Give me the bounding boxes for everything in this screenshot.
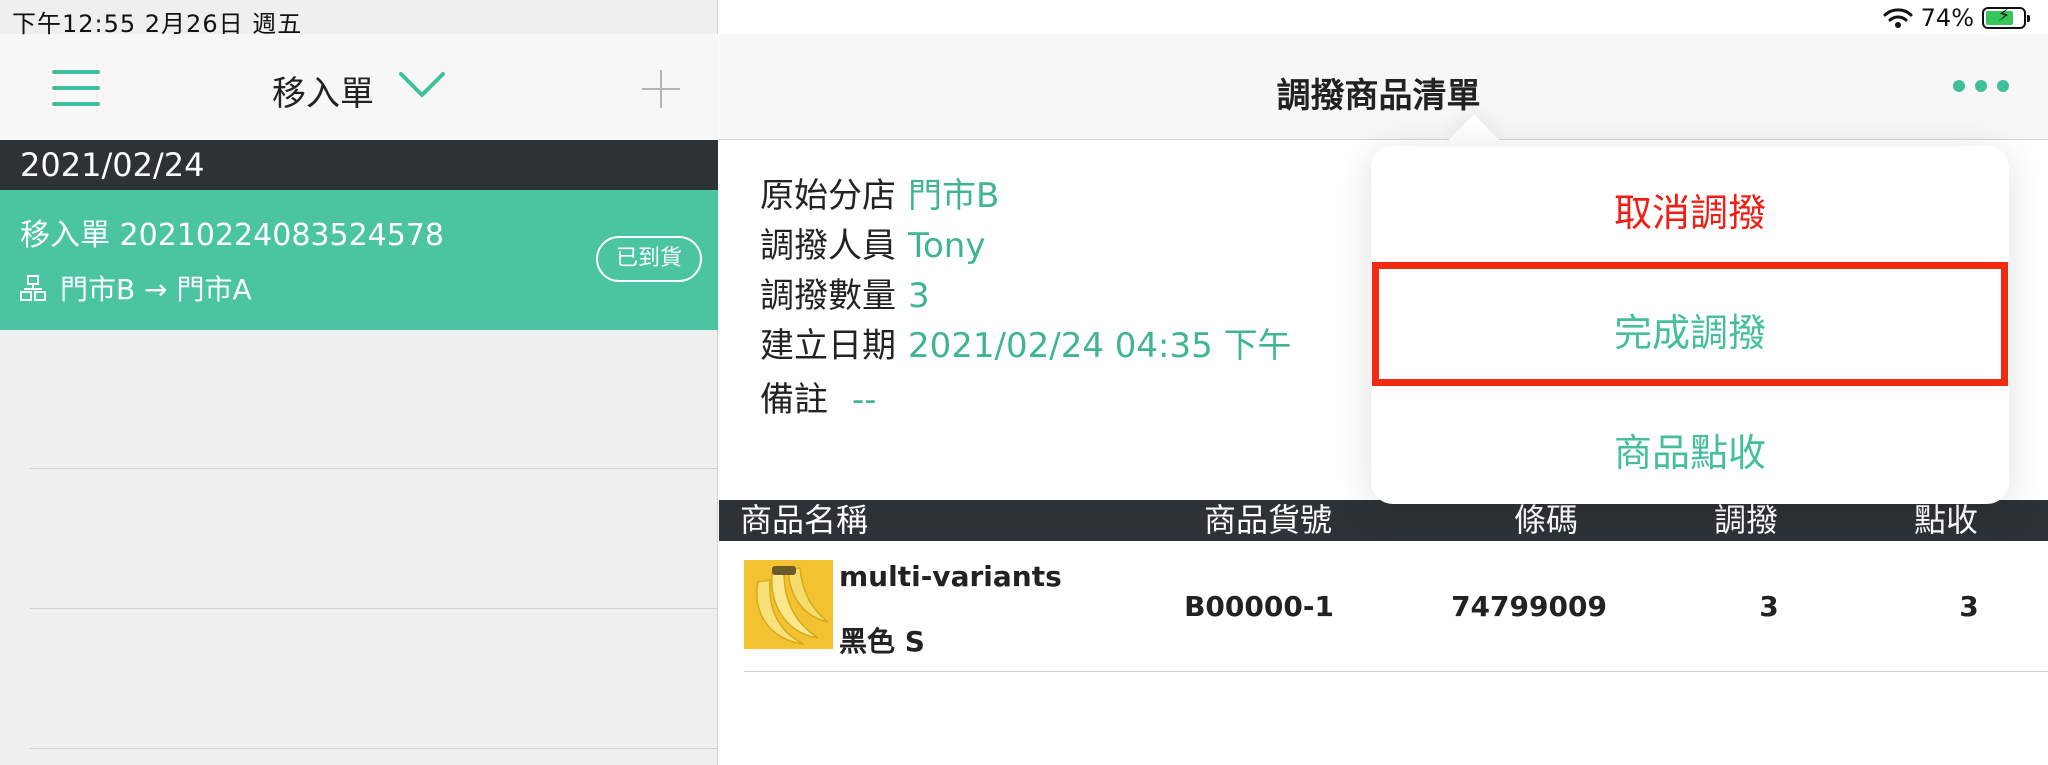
list-divider <box>30 608 718 609</box>
store-icon <box>20 275 46 301</box>
table-row[interactable]: multi-variants 黑色 S B00000-1 74799009 3 … <box>744 560 2048 672</box>
info-value: 3 <box>908 276 930 316</box>
list-divider <box>30 468 718 469</box>
info-row-staff: 調撥人員 Tony <box>760 218 985 267</box>
info-row-note: 備註 -- <box>760 372 877 421</box>
table-header: 商品名稱 商品貨號 條碼 調撥 點收 <box>719 500 2048 541</box>
column-header-barcode: 條碼 <box>1514 501 1579 539</box>
battery-icon: ⚡ <box>1982 5 2030 29</box>
info-label: 原始分店 <box>760 176 896 216</box>
transfer-qty: 3 <box>1759 590 1779 623</box>
column-header-name: 商品名稱 <box>740 501 869 539</box>
status-indicators: 74% ⚡ <box>1883 4 2030 32</box>
list-type-title[interactable]: 移入單 <box>272 66 374 115</box>
product-image <box>744 560 833 649</box>
right-nav-bar: 調撥商品清單 <box>719 34 2048 140</box>
product-variant: 黑色 S <box>839 625 925 658</box>
info-row-created-date: 建立日期 2021/02/24 04:35 下午 <box>760 318 1292 367</box>
column-header-transfer: 調撥 <box>1714 501 1779 539</box>
column-header-received: 點收 <box>1914 501 1979 539</box>
chevron-down-icon[interactable] <box>398 70 446 100</box>
info-label: 備註 <box>760 380 828 420</box>
date-section-header: 2021/02/24 <box>0 140 718 190</box>
info-row-origin-store: 原始分店 門市B <box>760 168 999 217</box>
column-header-sku: 商品貨號 <box>1204 501 1333 539</box>
more-options-icon[interactable] <box>1953 80 2009 94</box>
info-label: 建立日期 <box>760 326 896 366</box>
battery-percent: 74% <box>1920 4 1974 32</box>
order-list-pane: 移入單 2021/02/24 移入單 20210224083524578 門市B… <box>0 0 718 765</box>
info-value: Tony <box>908 226 986 266</box>
menu-item-cancel-transfer[interactable]: 取消調撥 <box>1371 182 2009 237</box>
product-barcode: 74799009 <box>1451 590 1607 623</box>
info-value: 門市B <box>908 176 1000 216</box>
product-sku: B00000-1 <box>1184 590 1334 623</box>
order-title: 移入單 20210224083524578 <box>20 218 445 253</box>
menu-item-receive-goods[interactable]: 商品點收 <box>1371 422 2009 477</box>
info-row-quantity: 調撥數量 3 <box>760 268 930 317</box>
info-label: 調撥人員 <box>760 226 896 266</box>
info-label: 調撥數量 <box>760 276 896 316</box>
highlight-box <box>1372 262 2008 386</box>
left-nav-bar: 移入單 <box>0 34 718 140</box>
order-list-item[interactable]: 移入單 20210224083524578 門市B → 門市A 已到貨 <box>0 190 718 330</box>
info-value: 2021/02/24 04:35 下午 <box>908 326 1292 366</box>
order-route: 門市B → 門市A <box>20 268 252 308</box>
charging-icon: ⚡ <box>1997 5 2011 26</box>
info-value: -- <box>852 380 877 420</box>
status-time: 下午12:55 2月26日 週五 <box>12 10 303 38</box>
add-icon[interactable] <box>642 70 680 108</box>
received-qty: 3 <box>1959 590 1979 623</box>
page-title: 調撥商品清單 <box>1276 76 1481 116</box>
order-route-text: 門市B → 門市A <box>60 273 252 306</box>
menu-icon[interactable] <box>52 70 100 106</box>
status-badge: 已到貨 <box>596 236 702 282</box>
product-name: multi-variants <box>839 560 1062 593</box>
list-divider <box>30 748 718 749</box>
wifi-icon <box>1883 8 1913 28</box>
